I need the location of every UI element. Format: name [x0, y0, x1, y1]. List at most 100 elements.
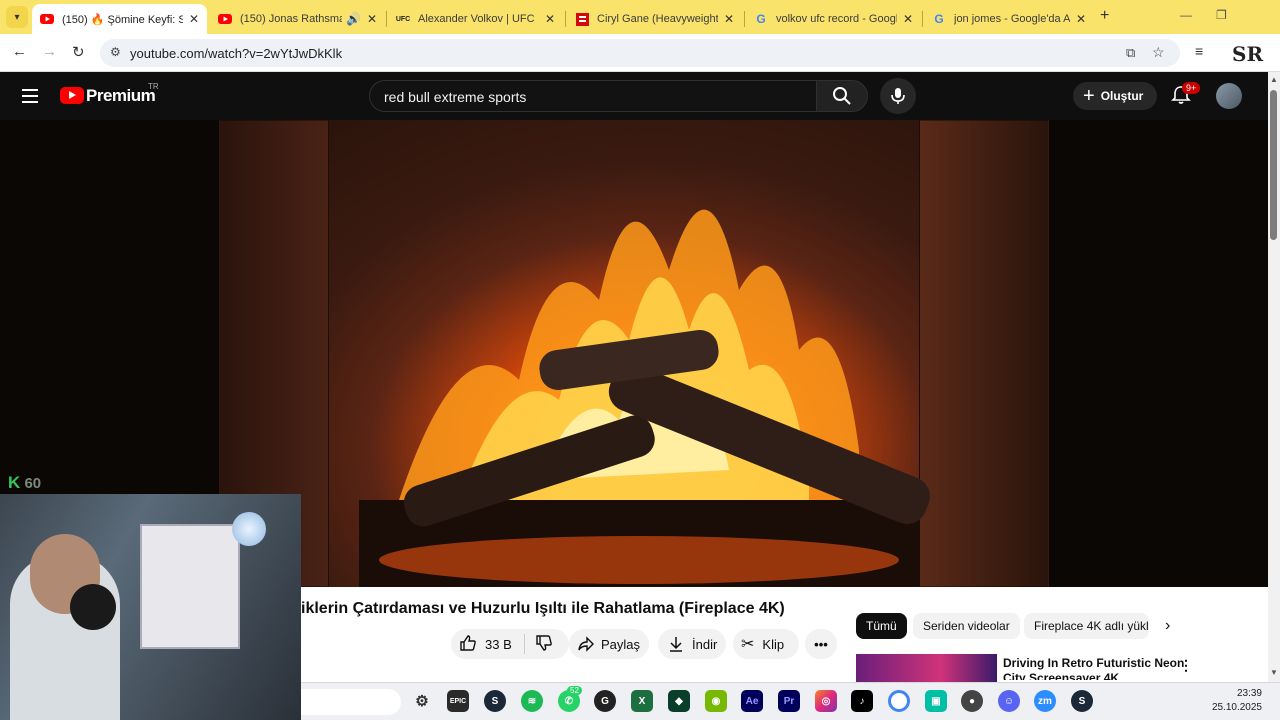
- youtube-brand[interactable]: Premium: [86, 86, 156, 106]
- scroll-up-icon[interactable]: ▲: [1270, 75, 1278, 84]
- close-tab-icon[interactable]: ✕: [724, 12, 734, 26]
- clip-label: Klip: [762, 636, 785, 652]
- tab-title: (150) 🔥 Şömine Keyfi: Sıc: [62, 13, 183, 26]
- address-bar[interactable]: ⚙ youtube.com/watch?v=2wYtJwDkKlk ⧉ ☆: [100, 39, 1180, 67]
- minimize-icon[interactable]: —: [1180, 8, 1192, 22]
- taskbar-search[interactable]: [301, 689, 401, 715]
- steam-icon[interactable]: S: [1071, 690, 1093, 712]
- fps-counter: K 60: [8, 473, 41, 493]
- nvidia-icon[interactable]: ◉: [705, 690, 727, 712]
- youtube-logo-icon[interactable]: [60, 87, 84, 104]
- dislike-button[interactable]: [535, 634, 553, 655]
- speaker-icon[interactable]: 🔊: [346, 12, 361, 26]
- chrome-icon[interactable]: [888, 690, 910, 712]
- media-control-icon[interactable]: ≡: [1195, 43, 1203, 59]
- forward-arrow-icon[interactable]: →: [42, 43, 57, 60]
- premiere-icon[interactable]: Pr: [778, 690, 800, 712]
- recommended-menu-icon[interactable]: ⋮: [1179, 657, 1193, 674]
- browser-tab-3[interactable]: UFC Alexander Volkov | UFC ✕: [388, 4, 563, 34]
- zoom-icon[interactable]: zm: [1034, 690, 1056, 712]
- whatsapp-badge: 52: [567, 686, 582, 695]
- chip-series[interactable]: Seriden videolar: [913, 613, 1020, 639]
- search-button[interactable]: [816, 80, 868, 112]
- tab-separator: [922, 11, 923, 27]
- browser-tab-6[interactable]: G jon jomes - Google'da Ara ✕: [924, 4, 1094, 34]
- search-query[interactable]: red bull extreme sports: [384, 89, 526, 105]
- excel-icon[interactable]: X: [631, 690, 653, 712]
- thumbs-down-icon: [536, 634, 552, 651]
- install-app-icon[interactable]: ⧉: [1126, 45, 1135, 61]
- chevron-right-icon[interactable]: ›: [1165, 617, 1170, 635]
- restore-icon[interactable]: ❐: [1216, 8, 1227, 22]
- obs-icon[interactable]: ●: [961, 690, 983, 712]
- like-count: 33 B: [485, 636, 512, 652]
- browser-tab-2[interactable]: (150) Jonas Rathsman 🔊 ✕: [210, 4, 385, 34]
- instagram-icon[interactable]: ◎: [815, 690, 837, 712]
- download-label: İndir: [692, 636, 718, 652]
- scroll-down-icon[interactable]: ▼: [1270, 668, 1278, 677]
- browser-tab-bar: ▾ (150) 🔥 Şömine Keyfi: Sıc ✕ (150) Jona…: [0, 0, 1280, 34]
- clip-button[interactable]: ✂ Klip: [733, 629, 799, 659]
- share-button[interactable]: Paylaş: [569, 629, 649, 659]
- region-code: TR: [148, 82, 159, 91]
- page-scrollbar[interactable]: ▲ ▼: [1268, 72, 1280, 682]
- g-app-icon[interactable]: G: [594, 690, 616, 712]
- settings-icon[interactable]: ⚙: [411, 690, 433, 712]
- recommended-title[interactable]: Driving In Retro Futuristic Neon City Sc…: [1003, 656, 1193, 680]
- new-tab-icon[interactable]: +: [1100, 7, 1109, 25]
- notification-badge: 9+: [1182, 82, 1201, 94]
- android-app-icon[interactable]: ▣: [925, 690, 947, 712]
- steam-icon[interactable]: S: [484, 690, 506, 712]
- recommended-thumbnail[interactable]: [856, 654, 997, 682]
- tab-separator: [744, 11, 745, 27]
- scissors-icon: ✂: [741, 636, 755, 653]
- browser-tab-1[interactable]: (150) 🔥 Şömine Keyfi: Sıc ✕: [32, 4, 207, 34]
- plus-icon: +: [1083, 85, 1095, 107]
- chip-all[interactable]: Tümü: [856, 613, 907, 639]
- url-text[interactable]: youtube.com/watch?v=2wYtJwDkKlk: [130, 46, 342, 61]
- windows-taskbar: ⚙ EPIC S ≋ ✆ 52 G X ◆ ◉ Ae Pr ◎ ♪ ▣ ● ☺ …: [301, 682, 1280, 720]
- tab-title: (150) Jonas Rathsman: [240, 13, 342, 25]
- like-button[interactable]: [459, 634, 477, 655]
- game-app-icon[interactable]: ◆: [668, 690, 690, 712]
- close-tab-icon[interactable]: ✕: [1076, 12, 1086, 26]
- ufc-red-icon: [575, 12, 589, 26]
- avatar[interactable]: [1216, 83, 1242, 109]
- download-button[interactable]: İndir: [658, 629, 726, 659]
- close-tab-icon[interactable]: ✕: [545, 12, 555, 26]
- create-button[interactable]: + Oluştur: [1073, 82, 1157, 110]
- headphones: [70, 584, 116, 630]
- voice-search-button[interactable]: [880, 78, 916, 114]
- youtube-icon: [218, 12, 232, 26]
- fps-logo: K: [8, 473, 21, 492]
- back-arrow-icon[interactable]: ←: [12, 43, 27, 60]
- close-tab-icon[interactable]: ✕: [903, 12, 913, 26]
- ufc-icon: UFC: [395, 15, 411, 23]
- clock-time: 23:39: [1236, 688, 1262, 699]
- epic-games-icon[interactable]: EPIC: [447, 690, 469, 712]
- browser-tab-4[interactable]: Ciryl Gane (Heavyweight) | ✕: [567, 4, 742, 34]
- close-tab-icon[interactable]: ✕: [367, 12, 377, 26]
- menu-icon[interactable]: [22, 89, 38, 103]
- like-dislike-group: 33 B: [451, 629, 569, 659]
- youtube-header: Premium TR red bull extreme sports + Olu…: [0, 72, 1268, 120]
- discord-icon[interactable]: ☺: [998, 690, 1020, 712]
- tab-search-dropdown-icon[interactable]: ▾: [6, 6, 28, 28]
- close-tab-icon[interactable]: ✕: [189, 12, 199, 26]
- scroll-thumb[interactable]: [1270, 90, 1277, 240]
- search-input[interactable]: red bull extreme sports: [369, 80, 817, 112]
- site-info-icon[interactable]: ⚙: [110, 45, 121, 59]
- more-actions-button[interactable]: •••: [805, 629, 837, 659]
- reload-icon[interactable]: ↻: [72, 43, 85, 61]
- tiktok-icon[interactable]: ♪: [851, 690, 873, 712]
- after-effects-icon[interactable]: Ae: [741, 690, 763, 712]
- bookmark-star-icon[interactable]: ☆: [1152, 44, 1165, 61]
- video-frame[interactable]: [219, 120, 1049, 587]
- tab-title: Alexander Volkov | UFC: [418, 13, 535, 25]
- browser-tab-5[interactable]: G volkov ufc record - Google ✕: [746, 4, 921, 34]
- spotify-icon[interactable]: ≋: [521, 690, 543, 712]
- system-clock[interactable]: 23:39 25.10.2025: [1212, 687, 1262, 715]
- clock-date: 25.10.2025: [1211, 702, 1262, 713]
- share-icon: [578, 636, 594, 652]
- chip-channel[interactable]: Fireplace 4K adlı yükl: [1024, 613, 1149, 639]
